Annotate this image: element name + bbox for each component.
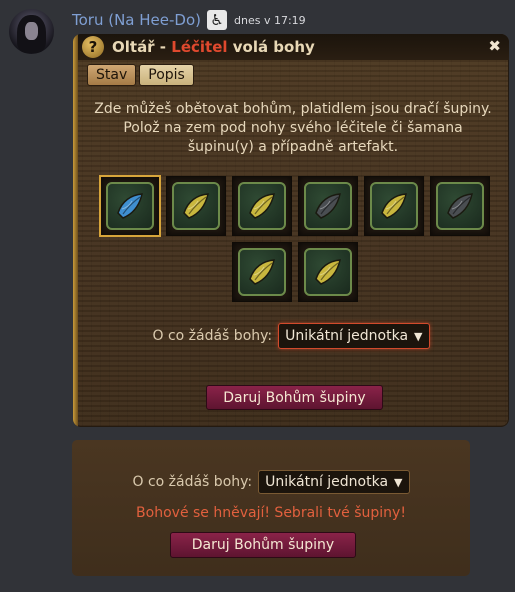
tab-stav[interactable]: Stav <box>87 64 137 86</box>
dragon-scale-icon <box>238 182 286 230</box>
dragon-scale-icon <box>304 248 352 296</box>
result-request-label: O co žádáš bohy: <box>132 474 253 490</box>
window-tabs: Stav Popis <box>87 64 194 86</box>
result-request-row: O co žádáš bohy: Unikátní jednotka ▼ <box>72 470 470 494</box>
title-class: Léčitel <box>171 38 228 56</box>
dragon-scale-icon <box>106 182 154 230</box>
scale-slot[interactable] <box>232 242 292 302</box>
title-prefix: Oltář - <box>112 38 172 56</box>
dragon-scale-icon <box>172 182 220 230</box>
scale-inventory <box>100 176 490 302</box>
request-row: O co žádáš bohy: Unikátní jednotka ▼ <box>73 323 509 349</box>
altar-description: Zde můžeš obětovat bohům, platidlem jsou… <box>94 101 492 155</box>
close-icon[interactable]: ✖ <box>488 37 501 55</box>
request-select[interactable]: Unikátní jednotka ▼ <box>278 323 430 349</box>
request-select-value: Unikátní jednotka <box>285 328 409 344</box>
chevron-down-icon: ▼ <box>414 329 423 343</box>
gods-angry-message: Bohové se hněvají! Sebrali tvé šupiny! <box>136 505 406 521</box>
dragon-scale-icon <box>436 182 484 230</box>
message-timestamp: dnes v 17:19 <box>234 13 306 27</box>
window-titlebar: ? Oltář - Léčitel volá bohy ✖ <box>78 34 509 60</box>
give-scales-button[interactable]: Daruj Bohům šupiny <box>206 385 383 410</box>
help-icon[interactable]: ? <box>82 36 104 58</box>
scale-slot[interactable] <box>100 176 160 236</box>
request-label: O co žádáš bohy: <box>152 328 273 344</box>
scale-slot[interactable] <box>298 176 358 236</box>
result-panel: O co žádáš bohy: Unikátní jednotka ▼ Boh… <box>72 440 470 576</box>
tab-popis[interactable]: Popis <box>139 64 194 86</box>
window-title: Oltář - Léčitel volá bohy <box>112 38 315 56</box>
chevron-down-icon: ▼ <box>394 475 403 489</box>
result-request-value: Unikátní jednotka <box>265 474 389 490</box>
username[interactable]: Toru (Na Hee-Do) <box>72 11 201 29</box>
dragon-scale-icon <box>370 182 418 230</box>
dragon-scale-icon <box>304 182 352 230</box>
result-request-select[interactable]: Unikátní jednotka ▼ <box>258 470 410 494</box>
result-give-scales-button[interactable]: Daruj Bohům šupiny <box>170 532 356 558</box>
altar-window: ? Oltář - Léčitel volá bohy ✖ Stav Popis… <box>73 34 509 427</box>
scale-slot[interactable] <box>166 176 226 236</box>
user-avatar[interactable] <box>9 9 54 54</box>
wheelchair-icon: ♿ <box>207 10 227 30</box>
scale-slot[interactable] <box>232 176 292 236</box>
message-header: Toru (Na Hee-Do) ♿ dnes v 17:19 <box>72 9 306 31</box>
dragon-scale-icon <box>238 248 286 296</box>
title-suffix: volá bohy <box>227 38 315 56</box>
scale-slot[interactable] <box>364 176 424 236</box>
scale-slot[interactable] <box>298 242 358 302</box>
avatar-face <box>25 22 38 40</box>
scale-slot[interactable] <box>430 176 490 236</box>
